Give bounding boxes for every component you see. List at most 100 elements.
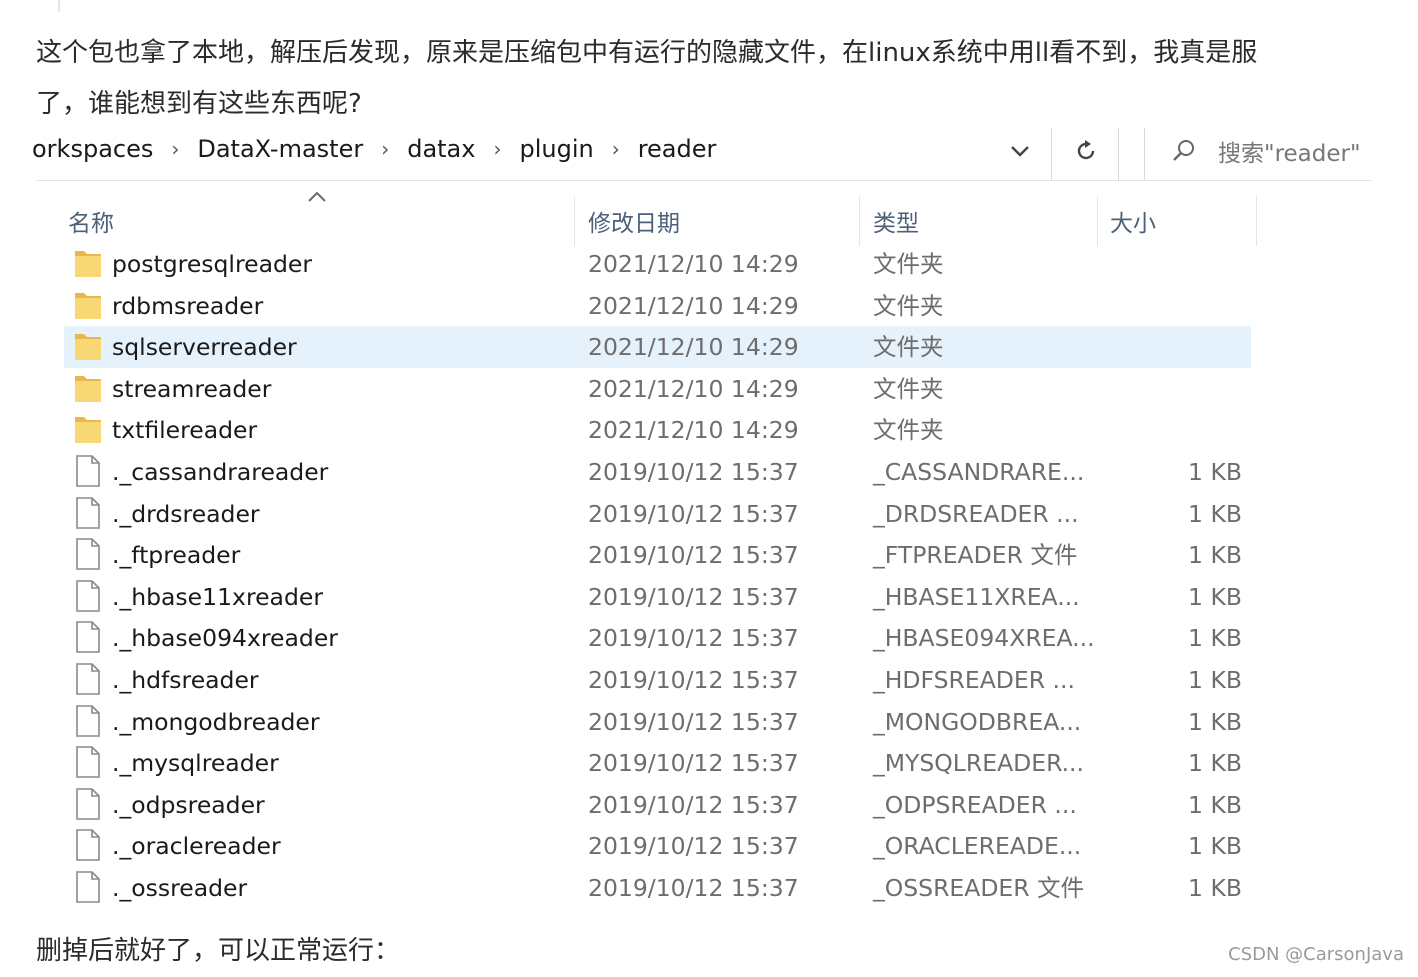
chevron-right-icon[interactable]: ›: [381, 137, 389, 161]
file-size: 1 KB: [1188, 541, 1242, 569]
file-size: 1 KB: [1188, 666, 1242, 694]
refresh-button[interactable]: [1066, 130, 1106, 172]
file-date-modified: 2019/10/12 15:37: [588, 624, 799, 652]
file-row[interactable]: ._odpsreader 2019/10/12 15:37 _ODPSREADER …: [64, 784, 1251, 826]
divider: [1144, 128, 1145, 180]
column-divider[interactable]: [1256, 196, 1257, 246]
column-header-size[interactable]: 大小: [1110, 196, 1156, 246]
breadcrumb-item[interactable]: reader: [636, 135, 719, 163]
file-name: postgresqlreader: [112, 250, 313, 278]
file-icon: [74, 579, 102, 613]
column-divider[interactable]: [859, 196, 860, 246]
file-type: 文件夹: [873, 416, 944, 444]
file-row[interactable]: ._oraclereader 2019/10/12 15:37 _ORACLEREA…: [64, 825, 1251, 867]
file-size: 1 KB: [1188, 583, 1242, 611]
file-type: _ORACLEREADE...: [873, 832, 1082, 860]
file-date-modified: 2019/10/12 15:37: [588, 708, 799, 736]
file-type: 文件夹: [873, 375, 944, 403]
file-row[interactable]: txtfilereader 2021/12/10 14:29 文件夹: [64, 409, 1251, 451]
divider: [1051, 128, 1052, 180]
column-header-date[interactable]: 修改日期: [588, 196, 680, 246]
column-divider[interactable]: [1097, 196, 1098, 246]
breadcrumb: orkspaces › DataX-master › datax › plugi…: [32, 126, 719, 172]
file-date-modified: 2019/10/12 15:37: [588, 749, 799, 777]
file-icon: [74, 496, 102, 530]
file-icon: [74, 537, 102, 571]
file-size: 1 KB: [1188, 832, 1242, 860]
file-date-modified: 2019/10/12 15:37: [588, 458, 799, 486]
file-size: 1 KB: [1188, 708, 1242, 736]
file-row[interactable]: ._cassandrareader 2019/10/12 15:37 _CASSAN…: [64, 451, 1251, 493]
folder-icon: [74, 329, 102, 363]
chevron-down-icon: [1011, 146, 1029, 157]
file-date-modified: 2021/12/10 14:29: [588, 292, 799, 320]
file-icon: [74, 787, 102, 821]
file-row[interactable]: ._drdsreader 2019/10/12 15:37 _DRDSREADER …: [64, 493, 1251, 535]
address-history-dropdown[interactable]: [1002, 130, 1038, 172]
file-row[interactable]: postgresqlreader 2021/12/10 14:29 文件夹: [64, 243, 1251, 285]
file-date-modified: 2019/10/12 15:37: [588, 666, 799, 694]
file-size: 1 KB: [1188, 500, 1242, 528]
file-icon: [74, 620, 102, 654]
breadcrumb-item[interactable]: DataX-master: [195, 135, 365, 163]
file-type: _MONGODBREA...: [873, 708, 1082, 736]
file-icon: [74, 828, 102, 862]
file-type: 文件夹: [873, 250, 944, 278]
breadcrumb-item[interactable]: orkspaces: [30, 135, 155, 163]
sort-ascending-icon: [308, 191, 326, 202]
file-name: ._oraclereader: [112, 832, 281, 860]
breadcrumb-item[interactable]: plugin: [517, 135, 595, 163]
column-divider[interactable]: [574, 196, 575, 246]
file-type: _HBASE094XREA...: [873, 624, 1095, 652]
file-size: [1156, 409, 1242, 451]
file-type: _CASSANDRARE...: [873, 458, 1085, 486]
file-date-modified: 2019/10/12 15:37: [588, 541, 799, 569]
file-date-modified: 2019/10/12 15:37: [588, 832, 799, 860]
search-placeholder: 搜索"reader": [1218, 141, 1361, 167]
file-row[interactable]: rdbmsreader 2021/12/10 14:29 文件夹: [64, 285, 1251, 327]
folder-icon: [74, 288, 102, 322]
file-date-modified: 2021/12/10 14:29: [588, 416, 799, 444]
column-header-name[interactable]: 名称: [68, 196, 114, 246]
file-icon: [74, 870, 102, 904]
file-row[interactable]: ._hdfsreader 2019/10/12 15:37 _HDFSREADER …: [64, 659, 1251, 701]
file-size: [1156, 243, 1242, 285]
file-date-modified: 2019/10/12 15:37: [588, 583, 799, 611]
search-input[interactable]: 搜索"reader": [1162, 130, 1372, 172]
breadcrumb-item[interactable]: datax: [405, 135, 477, 163]
file-icon: [74, 662, 102, 696]
file-type: _ODPSREADER ...: [873, 791, 1077, 819]
file-size: 1 KB: [1188, 791, 1242, 819]
paragraph-1: 这个包也拿了本地，解压后发现，原来是压缩包中有运行的隐藏文件，在linux系统中…: [36, 38, 1258, 68]
column-header-type[interactable]: 类型: [873, 196, 919, 246]
file-row[interactable]: sqlserverreader 2021/12/10 14:29 文件夹: [64, 326, 1251, 368]
paragraph-3: 删掉后就好了，可以正常运行：: [36, 936, 401, 966]
file-name: ._hbase094xreader: [112, 624, 338, 652]
file-row[interactable]: ._mysqlreader 2019/10/12 15:37 _MYSQLREADE…: [64, 742, 1251, 784]
chevron-right-icon[interactable]: ›: [171, 137, 179, 161]
file-size: 1 KB: [1188, 624, 1242, 652]
file-icon: [74, 745, 102, 779]
file-row[interactable]: ._ftpreader 2019/10/12 15:37 _FTPREADER 文件…: [64, 534, 1251, 576]
file-date-modified: 2019/10/12 15:37: [588, 500, 799, 528]
search-icon: [1170, 137, 1198, 165]
file-type: _FTPREADER 文件: [873, 541, 1078, 569]
file-name: ._hbase11xreader: [112, 583, 323, 611]
file-row[interactable]: ._ossreader 2019/10/12 15:37 _OSSREADER 文件…: [64, 867, 1251, 909]
chevron-right-icon[interactable]: ›: [493, 137, 501, 161]
chevron-right-icon[interactable]: ›: [612, 137, 620, 161]
file-icon: [74, 454, 102, 488]
file-type: _DRDSREADER ...: [873, 500, 1079, 528]
file-row[interactable]: ._hbase11xreader 2019/10/12 15:37 _HBASE11…: [64, 576, 1251, 618]
file-name: streamreader: [112, 375, 272, 403]
file-name: ._ftpreader: [112, 541, 241, 569]
file-type: 文件夹: [873, 333, 944, 361]
watermark: CSDN @CarsonJava: [1228, 944, 1404, 965]
file-row[interactable]: ._mongodbreader 2019/10/12 15:37 _MONGODBR…: [64, 701, 1251, 743]
folder-icon: [74, 246, 102, 280]
file-row[interactable]: ._hbase094xreader 2019/10/12 15:37 _HBASE0…: [64, 617, 1251, 659]
file-date-modified: 2019/10/12 15:37: [588, 791, 799, 819]
file-name: sqlserverreader: [112, 333, 297, 361]
file-row[interactable]: streamreader 2021/12/10 14:29 文件夹: [64, 368, 1251, 410]
file-size: [1156, 285, 1242, 327]
